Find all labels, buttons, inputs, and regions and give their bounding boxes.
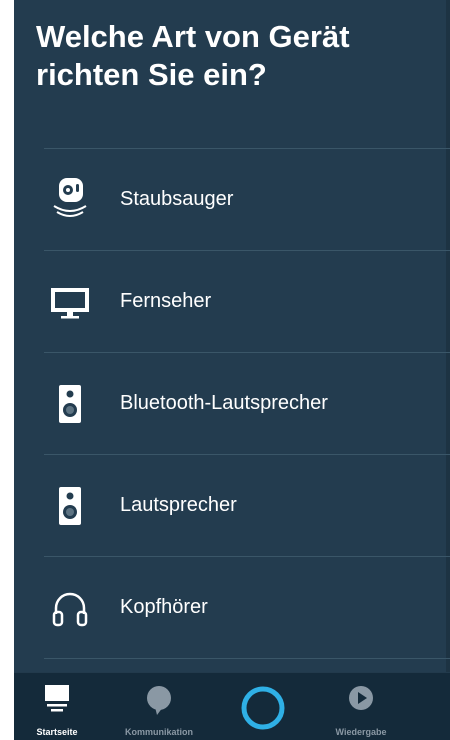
- device-label: Bluetooth-Lautsprecher: [120, 392, 328, 414]
- nav-playback-label: Wiedergabe: [335, 727, 387, 737]
- nav-home-label: Startseite: [36, 727, 78, 737]
- bluetooth-speaker-icon: [46, 380, 94, 428]
- bottom-navigation: Startseite Kommunikation Wiedergabe: [14, 672, 450, 740]
- nav-playback[interactable]: Wiedergabe: [326, 673, 396, 740]
- device-item-tv[interactable]: Fernseher: [44, 251, 450, 353]
- device-label: Kopfhörer: [120, 596, 208, 618]
- headphones-icon: [46, 584, 94, 632]
- device-list: Staubsauger Fernseher Bluetooth-Lautspre…: [44, 148, 450, 659]
- page-title-line-2: richten Sie ein?: [36, 57, 267, 92]
- page-title: Welche Art von Gerät richten Sie ein?: [36, 18, 426, 94]
- device-item-bluetooth-speaker[interactable]: Bluetooth-Lautsprecher: [44, 353, 450, 455]
- vacuum-robot-icon: [46, 176, 94, 224]
- page-title-line-1: Welche Art von Gerät: [36, 19, 350, 54]
- alexa-ring-icon: [241, 686, 285, 730]
- device-item-speaker[interactable]: Lautsprecher: [44, 455, 450, 557]
- nav-home[interactable]: Startseite: [32, 673, 82, 740]
- device-item-headphones[interactable]: Kopfhörer: [44, 557, 450, 659]
- app-screen: Welche Art von Gerät richten Sie ein? St…: [14, 0, 450, 740]
- device-label: Lautsprecher: [120, 494, 237, 516]
- alexa-button[interactable]: [238, 683, 288, 733]
- device-label: Staubsauger: [120, 188, 234, 210]
- tv-icon: [46, 278, 94, 326]
- speaker-icon: [46, 482, 94, 530]
- device-label: Fernseher: [120, 290, 212, 312]
- nav-communication-label: Kommunikation: [124, 727, 193, 737]
- device-item-vacuum[interactable]: Staubsauger: [44, 149, 450, 251]
- chat-bubble-icon: [145, 685, 173, 720]
- home-icon: [43, 685, 71, 718]
- play-icon: [348, 685, 374, 716]
- nav-communication[interactable]: Kommunikation: [114, 673, 204, 740]
